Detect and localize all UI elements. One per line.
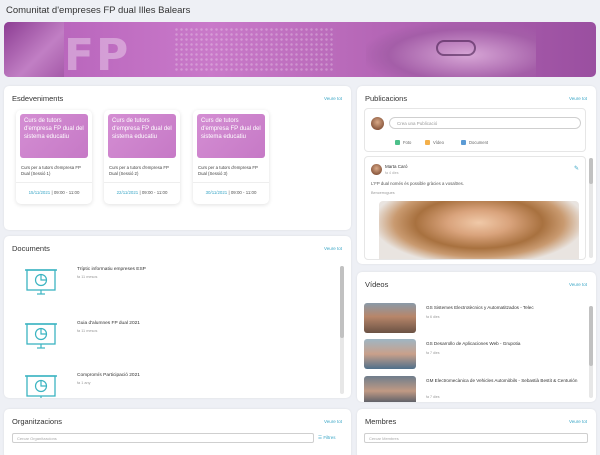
post-time: fa 4 dies (385, 171, 399, 175)
documents-card: Documents Veure tot Tríptic informatiu e… (4, 236, 351, 398)
post-subtext: Bencerrogues (371, 191, 395, 195)
video-thumbnail (364, 339, 416, 369)
video-time: fa 7 dies (426, 395, 440, 399)
event-date: 15/11/2021 | 09:00 - 11:00 (16, 182, 92, 202)
add-photo-button[interactable]: Foto (395, 140, 411, 146)
events-see-all-link[interactable]: Veure tot (324, 96, 342, 101)
banner-fp-text: FP (64, 30, 131, 77)
members-card: Membres Veure tot Cercar Membres (357, 409, 596, 455)
document-name: Compromís Participació 2021 (77, 373, 140, 378)
publications-scrollbar-thumb[interactable] (589, 158, 593, 184)
event-image: Curs de tutors d'empresa FP dual del sis… (108, 114, 176, 158)
event-card[interactable]: Curs de tutors d'empresa FP dual del sis… (193, 110, 269, 204)
publication-post: Marta Caró fa 4 dies ✎ L'FP dual només é… (364, 156, 586, 260)
videos-card: Vídeos Veure tot GS Sistemes Electrotècn… (357, 272, 596, 402)
post-text: L'FP dual només és possible gràcies a vo… (371, 181, 464, 186)
event-card[interactable]: Curs de tutors d'empresa FP dual del sis… (104, 110, 180, 204)
documents-see-all-link[interactable]: Veure tot (324, 246, 342, 251)
videos-scrollbar[interactable] (589, 306, 593, 398)
presentation-chart-icon (25, 323, 57, 349)
filter-icon: ☰ (318, 435, 323, 440)
create-publication-box: Crea una Publicació Foto Vídeo Document (364, 108, 586, 152)
post-author: Marta Caró (385, 164, 408, 169)
document-item[interactable]: Compromís Participació 2021 fa 1 any (12, 370, 332, 398)
document-name: Guia d'alumnes FP dual 2021 (77, 321, 140, 326)
add-video-button[interactable]: Vídeo (425, 140, 444, 146)
documents-scrollbar[interactable] (340, 266, 344, 394)
organizations-search-input[interactable]: Cercar Organitzacions (12, 433, 314, 443)
video-thumbnail (364, 376, 416, 402)
post-image (379, 201, 579, 259)
community-banner: FP (4, 22, 596, 77)
document-time: fa 11 mesos (77, 275, 98, 279)
video-title: GS Desarrollo de Aplicaciones Web - Grup… (426, 341, 521, 346)
events-title: Esdeveniments (12, 94, 64, 103)
event-description: Curs per a tutors d'empresa FP Dual (Ses… (198, 165, 258, 176)
event-description: Curs per a tutors d'empresa FP Dual (Ses… (21, 165, 81, 176)
presentation-chart-icon (25, 375, 57, 398)
members-see-all-link[interactable]: Veure tot (569, 419, 587, 424)
events-card: Esdeveniments Veure tot Curs de tutors d… (4, 86, 351, 230)
event-date: 30/11/2021 | 09:00 - 11:00 (193, 182, 269, 202)
members-title: Membres (365, 417, 397, 426)
video-time: fa 7 dies (426, 351, 440, 355)
documents-scrollbar-thumb[interactable] (340, 266, 344, 338)
videos-title: Vídeos (365, 280, 389, 289)
publications-title: Publicacions (365, 94, 408, 103)
organizations-title: Organitzacions (12, 417, 63, 426)
video-thumbnail (364, 303, 416, 333)
photo-icon (395, 140, 400, 146)
document-item[interactable]: Tríptic informatiu empreses ESP fa 11 me… (12, 264, 332, 314)
event-image: Curs de tutors d'empresa FP dual del sis… (197, 114, 265, 158)
filters-button[interactable]: ☰ Filtres (318, 435, 336, 441)
publications-card: Publicacions Veure tot Crea una Publicac… (357, 86, 596, 264)
publications-scrollbar[interactable] (589, 158, 593, 258)
video-item[interactable]: GS Sistemes Electrotècnics y Automatitza… (364, 303, 586, 341)
document-time: fa 11 mesos (77, 329, 98, 333)
video-time: fa 6 dies (426, 315, 440, 319)
avatar (371, 164, 382, 175)
event-card[interactable]: Curs de tutors d'empresa FP dual del sis… (16, 110, 92, 204)
page-title: Comunitat d'empreses FP dual Illes Balea… (6, 5, 191, 16)
video-item[interactable]: GS Desarrollo de Aplicaciones Web - Grup… (364, 339, 586, 377)
event-image: Curs de tutors d'empresa FP dual del sis… (20, 114, 88, 158)
presentation-chart-icon (25, 269, 57, 295)
videos-scrollbar-thumb[interactable] (589, 306, 593, 366)
members-search-input[interactable]: Cercar Membres (364, 433, 588, 443)
avatar (371, 117, 384, 130)
documents-title: Documents (12, 244, 50, 253)
create-publication-input[interactable]: Crea una Publicació (389, 117, 581, 129)
add-document-button[interactable]: Document (461, 140, 488, 146)
document-time: fa 1 any (77, 381, 91, 385)
video-title: GM Electromecànica de Vehicles Automòbil… (426, 378, 578, 383)
event-description: Curs per a tutors d'empresa FP Dual (Ses… (109, 165, 169, 176)
document-item[interactable]: Guia d'alumnes FP dual 2021 fa 11 mesos (12, 318, 332, 368)
video-title: GS Sistemes Electrotècnics y Automatitza… (426, 305, 534, 310)
organizations-see-all-link[interactable]: Veure tot (324, 419, 342, 424)
video-icon (425, 140, 430, 146)
document-name: Tríptic informatiu empreses ESP (77, 267, 146, 272)
event-date: 22/11/2021 | 09:00 - 11:00 (104, 182, 180, 202)
edit-pencil-icon[interactable]: ✎ (574, 165, 579, 172)
organizations-card: Organitzacions Veure tot Cercar Organitz… (4, 409, 351, 455)
video-item[interactable]: GM Electromecànica de Vehicles Automòbil… (364, 376, 586, 402)
document-icon (461, 140, 466, 146)
videos-see-all-link[interactable]: Veure tot (569, 282, 587, 287)
publications-see-all-link[interactable]: Veure tot (569, 96, 587, 101)
